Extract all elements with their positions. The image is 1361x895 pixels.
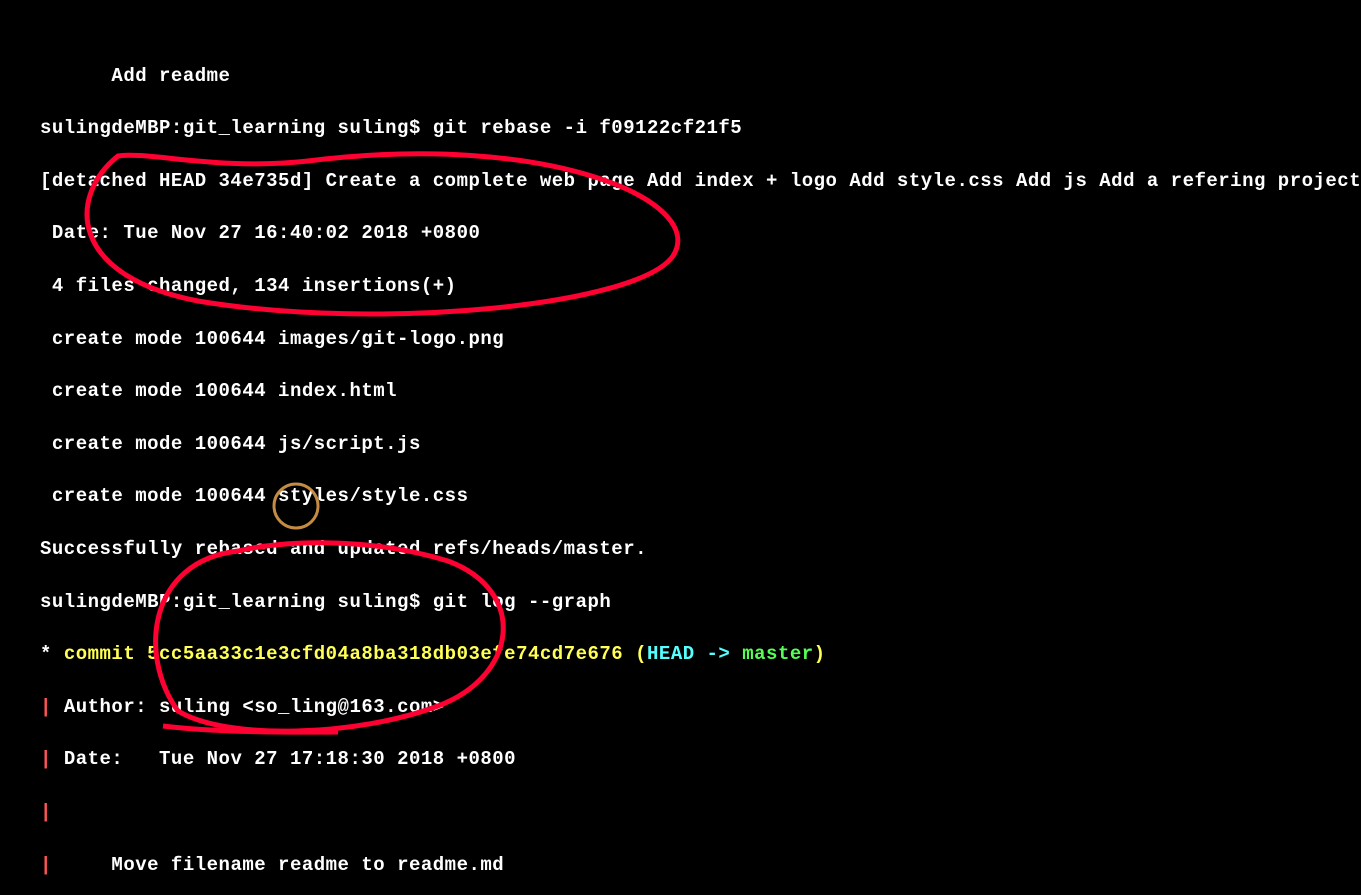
graph-pipe: | — [40, 854, 64, 876]
output-line: 4 files changed, 134 insertions(+) — [40, 273, 1349, 299]
graph-line: | — [40, 799, 1349, 825]
paren: ) — [814, 643, 826, 665]
shell-prompt-line: sulingdeMBP:git_learning suling$ git log… — [40, 589, 1349, 615]
commit-message: Move filename readme to readme.md — [64, 854, 504, 876]
branch-name: master — [742, 643, 813, 665]
shell-prompt-line: sulingdeMBP:git_learning suling$ git reb… — [40, 115, 1349, 141]
output-line: [detached HEAD 34e735d] Create a complet… — [40, 168, 1349, 194]
output-line: Date: Tue Nov 27 16:40:02 2018 +0800 — [40, 220, 1349, 246]
output-line: create mode 100644 js/script.js — [40, 431, 1349, 457]
output-line: create mode 100644 images/git-logo.png — [40, 326, 1349, 352]
prompt: sulingdeMBP:git_learning suling$ — [40, 591, 433, 613]
paren: ( — [623, 643, 647, 665]
commit-hash: commit 5cc5aa33c1e3cfd04a8ba318db03efe74… — [64, 643, 623, 665]
head-ref: HEAD -> — [647, 643, 742, 665]
prompt: sulingdeMBP:git_learning suling$ — [40, 117, 433, 139]
graph-line: | Author: suling <so_ling@163.com> — [40, 694, 1349, 720]
author-line: Author: suling <so_ling@163.com> — [64, 696, 445, 718]
output-line: create mode 100644 styles/style.css — [40, 483, 1349, 509]
graph-commit-line: * commit 5cc5aa33c1e3cfd04a8ba318db03efe… — [40, 641, 1349, 667]
command: git log --graph — [433, 591, 612, 613]
graph-line: | Date: Tue Nov 27 17:18:30 2018 +0800 — [40, 746, 1349, 772]
output-line: Successfully rebased and updated refs/he… — [40, 536, 1349, 562]
terminal-window[interactable]: Add readme sulingdeMBP:git_learning suli… — [0, 0, 1361, 895]
graph-pipe: | — [40, 801, 52, 823]
graph-pipe: | — [40, 696, 64, 718]
command: git rebase -i f09122cf21f5 — [433, 117, 742, 139]
output-line: create mode 100644 index.html — [40, 378, 1349, 404]
graph-star: * — [40, 643, 64, 665]
date-line: Date: Tue Nov 27 17:18:30 2018 +0800 — [64, 748, 516, 770]
graph-pipe: | — [40, 748, 64, 770]
graph-line: | Move filename readme to readme.md — [40, 852, 1349, 878]
output-line: Add readme — [40, 63, 1349, 89]
